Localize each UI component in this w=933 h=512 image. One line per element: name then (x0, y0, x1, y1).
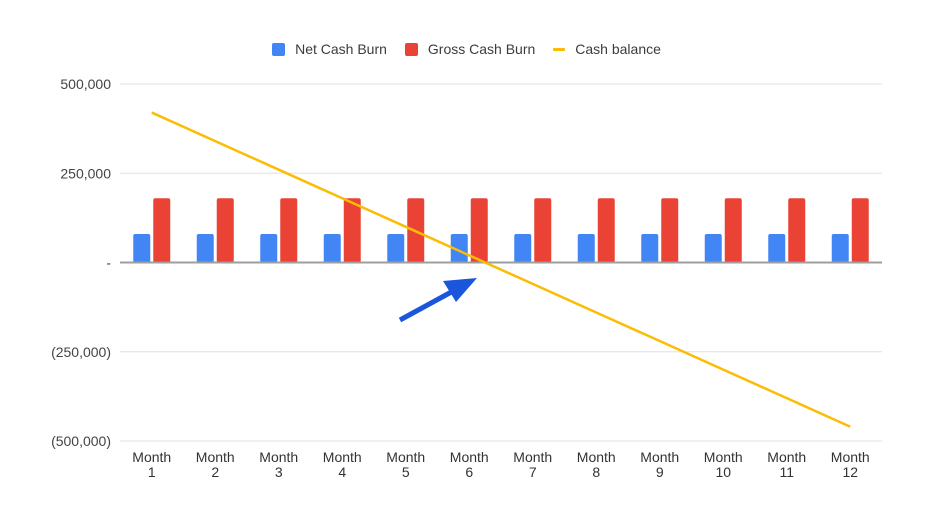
x-axis-labels: Month 1 Month 2 Month 3 Month 4 Month 5 Month 6 Mont… (132, 449, 869, 480)
arrow-head-icon (443, 278, 477, 302)
bar-gross-cash-burn (470, 198, 488, 263)
bar-gross-cash-burn (280, 198, 298, 263)
annotation-arrow (398, 278, 477, 323)
bar-gross-cash-burn (153, 198, 171, 263)
y-tick-label: - (106, 255, 111, 271)
combo-chart: 500,000 250,000 - (250,000) (500,000) Month 1… (51, 76, 882, 480)
bars (133, 198, 869, 263)
bar-net-cash-burn (577, 233, 595, 263)
x-tick-label: Month 6 (450, 449, 489, 480)
bar-net-cash-burn (704, 233, 722, 263)
bar-net-cash-burn (387, 233, 405, 263)
x-tick-label: Month 12 (831, 449, 870, 480)
y-tick-label: (500,000) (51, 433, 111, 449)
x-tick-label: Month 5 (386, 449, 425, 480)
x-tick-label: Month 10 (704, 449, 743, 480)
y-tick-label: 250,000 (60, 165, 111, 181)
bar-net-cash-burn (196, 233, 214, 263)
bar-net-cash-burn (641, 233, 659, 263)
bar-gross-cash-burn (534, 198, 552, 263)
bar-gross-cash-burn (788, 198, 806, 263)
y-tick-label: (250,000) (51, 344, 111, 360)
y-axis-labels: 500,000 250,000 - (250,000) (500,000) (51, 76, 111, 449)
x-tick-label: Month 8 (577, 449, 616, 480)
x-tick-label: Month 3 (259, 449, 298, 480)
bar-gross-cash-burn (343, 198, 361, 263)
x-tick-label: Month 1 (132, 449, 171, 480)
y-tick-label: 500,000 (60, 76, 111, 92)
bar-net-cash-burn (323, 233, 341, 263)
bar-net-cash-burn (133, 233, 151, 263)
bar-net-cash-burn (514, 233, 532, 263)
bar-gross-cash-burn (661, 198, 679, 263)
x-tick-label: Month 7 (513, 449, 552, 480)
bar-net-cash-burn (768, 233, 786, 263)
bar-gross-cash-burn (851, 198, 869, 263)
x-tick-label: Month 4 (323, 449, 362, 480)
bar-gross-cash-burn (216, 198, 234, 263)
bar-net-cash-burn (831, 233, 849, 263)
bar-gross-cash-burn (724, 198, 742, 263)
line-series-cash-balance (151, 111, 851, 428)
cash-balance-line (151, 111, 851, 428)
bar-gross-cash-burn (597, 198, 615, 263)
x-tick-label: Month 11 (767, 449, 806, 480)
x-tick-label: Month 2 (196, 449, 235, 480)
x-tick-label: Month 9 (640, 449, 679, 480)
bar-net-cash-burn (260, 233, 278, 263)
arrow-shaft (398, 287, 457, 323)
